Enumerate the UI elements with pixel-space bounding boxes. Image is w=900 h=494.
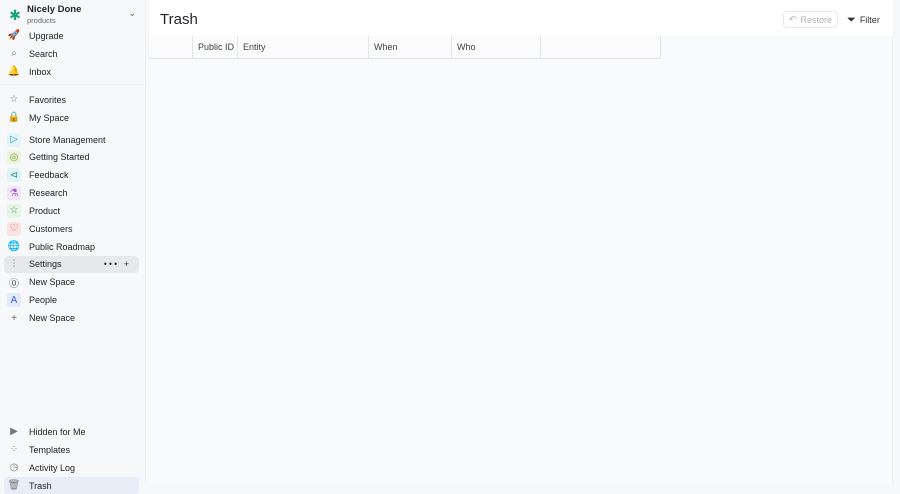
column-header-blank[interactable] bbox=[541, 36, 661, 58]
sidebar-item-research[interactable]: ⚗ Research bbox=[4, 185, 139, 202]
flask-icon: ⚗ bbox=[7, 186, 21, 201]
sidebar-item-label: My Space bbox=[29, 112, 70, 123]
sidebar-item-label: Customers bbox=[29, 223, 73, 234]
restore-button[interactable]: ↶ Restore bbox=[783, 11, 838, 28]
sidebar-item-label: Public Roadmap bbox=[29, 241, 96, 252]
sidebar-item-customers[interactable]: ♡ Customers bbox=[4, 220, 139, 237]
bell-icon: 🔔 bbox=[7, 66, 21, 77]
play-circle-icon: ◎ bbox=[7, 150, 21, 165]
sidebar-item-label: Upgrade bbox=[29, 30, 64, 41]
sidebar-item-label: Product bbox=[29, 205, 61, 216]
sidebar-item-label: Store Management bbox=[29, 134, 106, 145]
contact-icon: A bbox=[7, 293, 21, 308]
workspace-name: Nicely Done bbox=[27, 4, 82, 15]
lock-icon: 🔒 bbox=[7, 112, 21, 123]
sidebar-item-label: Activity Log bbox=[29, 462, 76, 473]
filter-icon: ⏷ bbox=[847, 13, 856, 26]
sidebar-item-trash[interactable]: 🗑 Trash bbox=[4, 477, 139, 494]
globe-icon: 🌐 bbox=[7, 239, 21, 254]
undo-icon: ↶ bbox=[788, 14, 797, 24]
column-header-when[interactable]: When bbox=[369, 36, 452, 58]
sidebar-item-label: Search bbox=[29, 48, 58, 59]
sidebar-item-my-space[interactable]: 🔒 My Space bbox=[4, 109, 139, 126]
trash-icon: 🗑 bbox=[7, 480, 21, 491]
heart-icon: ♡ bbox=[7, 221, 21, 236]
sidebar-item-people[interactable]: A People bbox=[4, 292, 139, 309]
sidebar-item-label: Trash bbox=[29, 480, 52, 491]
templates-icon: ⁘ bbox=[9, 444, 19, 455]
filter-button[interactable]: ⏷ Filter bbox=[847, 12, 880, 28]
sidebar-item-label: Getting Started bbox=[29, 152, 90, 163]
star-icon: ☆ bbox=[9, 94, 19, 105]
page-header: Trash ↶ Restore ⏷ Filter bbox=[149, 0, 893, 36]
sidebar-item-new-space[interactable]: ⓪ New Space bbox=[4, 274, 139, 291]
chevron-down-icon[interactable]: ⌄ bbox=[128, 8, 136, 19]
sidebar-item-product[interactable]: ☆ Product bbox=[4, 202, 139, 219]
column-header-entity[interactable]: Entity bbox=[238, 36, 369, 58]
rocket-icon: 🚀 bbox=[7, 30, 21, 41]
page-title: Trash bbox=[160, 11, 198, 28]
sidebar-item-label: Hidden for Me bbox=[29, 426, 86, 437]
sidebar-item-label: New Space bbox=[29, 313, 76, 323]
sidebar-item-getting-started[interactable]: ◎ Getting Started bbox=[4, 149, 139, 166]
sidebar-item-label: New Space bbox=[29, 277, 76, 288]
sidebar-item-favorites[interactable]: ☆ Favorites bbox=[4, 91, 139, 108]
column-header-who[interactable]: Who bbox=[452, 36, 541, 58]
sidebar-item-label: People bbox=[29, 295, 58, 306]
sidebar-item-label: Feedback bbox=[29, 170, 69, 181]
sidebar-item-label: Inbox bbox=[29, 66, 52, 77]
workspace-subtitle: products bbox=[27, 16, 56, 25]
filter-label: Filter bbox=[859, 15, 880, 25]
caret-right-icon: ▶ bbox=[10, 426, 18, 437]
zero-badge-icon: ⓪ bbox=[7, 275, 21, 290]
main-panel: Trash ↶ Restore ⏷ Filter Public ID Entity Wh… bbox=[149, 0, 893, 484]
column-header-public-id[interactable]: Public ID bbox=[193, 36, 238, 58]
table-header: Public ID Entity When Who bbox=[149, 36, 661, 59]
sidebar-item-label: Research bbox=[29, 188, 68, 199]
sliders-icon: ⫶ bbox=[7, 257, 21, 272]
sidebar-item-hidden-for-me[interactable]: ▶ Hidden for Me bbox=[4, 423, 139, 440]
column-header-blank[interactable] bbox=[149, 36, 193, 58]
sidebar-item-inbox[interactable]: 🔔 Inbox bbox=[4, 63, 139, 80]
sidebar-item-public-roadmap[interactable]: 🌐 Public Roadmap bbox=[4, 238, 139, 255]
search-icon: ⌕ bbox=[11, 48, 17, 59]
sidebar-item-settings[interactable]: ⫶ Settings ••• + bbox=[4, 255, 139, 273]
megaphone-icon: ⊲ bbox=[7, 168, 21, 183]
sidebar-item-label: Settings bbox=[29, 259, 62, 270]
star-icon: ☆ bbox=[7, 203, 21, 218]
sidebar-item-upgrade[interactable]: 🚀 Upgrade bbox=[4, 27, 139, 44]
sidebar-item-templates[interactable]: ⁘ Templates bbox=[4, 441, 139, 458]
plus-icon: + bbox=[11, 312, 17, 324]
add-icon[interactable]: + bbox=[124, 259, 131, 269]
more-icon[interactable]: ••• bbox=[104, 259, 119, 269]
sidebar: ✱ Nicely Done products ⌄ 🚀 Upgrade ⌕ Search… bbox=[0, 0, 146, 494]
workspace-logo-icon: ✱ bbox=[9, 7, 21, 23]
play-icon: ▷ bbox=[7, 132, 21, 147]
restore-label: Restore bbox=[800, 14, 833, 25]
clock-icon: ◷ bbox=[9, 462, 19, 473]
sidebar-item-label: Templates bbox=[29, 444, 71, 455]
sidebar-item-store-management[interactable]: ▷ Store Management bbox=[4, 131, 139, 148]
workspace-switcher[interactable]: ✱ Nicely Done products ⌄ bbox=[4, 2, 140, 30]
sidebar-item-feedback[interactable]: ⊲ Feedback bbox=[4, 167, 139, 184]
divider bbox=[0, 84, 146, 85]
sidebar-item-search[interactable]: ⌕ Search bbox=[4, 45, 139, 62]
sidebar-item-label: Favorites bbox=[29, 94, 67, 105]
sidebar-item-activity-log[interactable]: ◷ Activity Log bbox=[4, 459, 139, 476]
sidebar-item-new-space[interactable]: + New Space bbox=[4, 310, 139, 327]
